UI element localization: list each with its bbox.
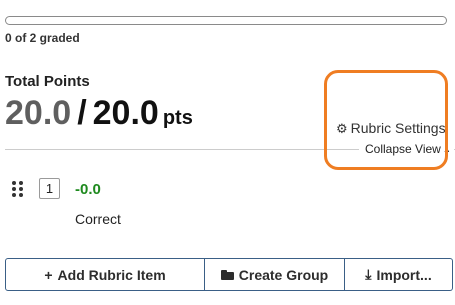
rubric-actions-bar: + Add Rubric Item Create Group ⤓ Import...	[5, 258, 453, 291]
grading-progress-bar	[5, 16, 447, 25]
gear-icon: ⚙	[336, 121, 348, 136]
create-group-button[interactable]: Create Group	[205, 258, 345, 291]
drag-handle-icon[interactable]	[12, 181, 24, 197]
rubric-item-number[interactable]: 1	[39, 178, 60, 199]
plus-icon: +	[44, 266, 53, 283]
download-icon: ⤓	[365, 266, 372, 282]
rubric-settings-link[interactable]: ⚙ Rubric Settings	[336, 120, 446, 137]
score-display: 20.0/20.0 pts	[5, 96, 193, 130]
rubric-item-points[interactable]: -0.0	[75, 181, 101, 198]
collapse-view-label: Collapse View	[365, 142, 441, 156]
score-unit: pts	[162, 107, 193, 129]
graded-count-text: 0 of 2 graded	[5, 31, 80, 45]
caret-up-icon: ▲	[442, 145, 451, 154]
add-rubric-item-button[interactable]: + Add Rubric Item	[5, 258, 205, 291]
score-separator: /	[77, 94, 87, 132]
score-earned: 20.0	[5, 94, 72, 132]
folder-icon	[220, 269, 234, 280]
collapse-view-link[interactable]: Collapse View ▲	[359, 142, 454, 156]
score-max: 20.0	[92, 94, 159, 132]
rubric-settings-label: Rubric Settings	[350, 120, 446, 136]
create-group-label: Create Group	[238, 266, 329, 283]
import-label: Import...	[376, 266, 432, 283]
import-button[interactable]: ⤓ Import...	[345, 258, 453, 291]
rubric-item-description[interactable]: Correct	[75, 211, 121, 227]
add-rubric-item-label: Add Rubric Item	[57, 266, 166, 283]
total-points-label: Total Points	[5, 73, 90, 90]
